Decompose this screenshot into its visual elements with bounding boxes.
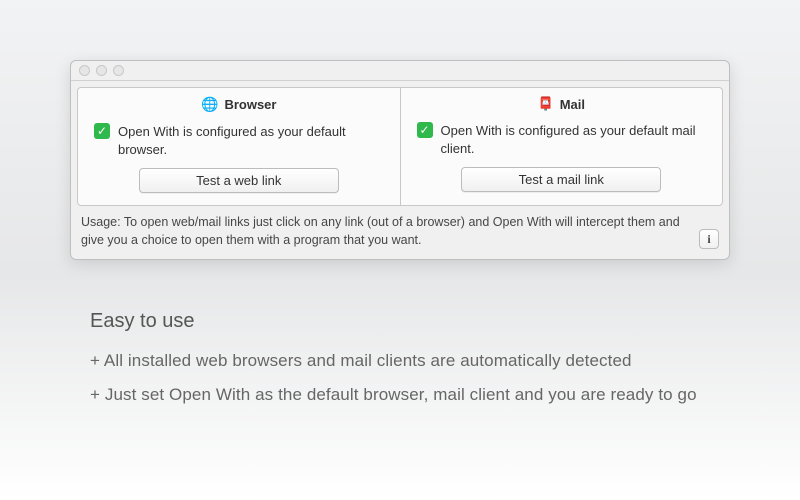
browser-panel-title: Browser (224, 97, 276, 112)
browser-status-text: Open With is configured as your default … (118, 123, 384, 158)
zoom-icon[interactable] (113, 65, 124, 76)
marketing-copy: Easy to use + All installed web browsers… (70, 310, 730, 419)
panels-container: 🌐 Browser ✓ Open With is configured as y… (77, 87, 723, 206)
check-icon: ✓ (94, 123, 110, 139)
mail-app-icon: 📮 (538, 96, 554, 112)
browser-status-row: ✓ Open With is configured as your defaul… (92, 119, 386, 168)
mail-status-text: Open With is configured as your default … (441, 122, 707, 157)
info-button[interactable]: i (699, 229, 719, 249)
test-web-link-button[interactable]: Test a web link (139, 168, 339, 193)
titlebar (71, 61, 729, 81)
mail-panel-title: Mail (560, 97, 585, 112)
check-icon: ✓ (417, 122, 433, 138)
mail-panel: 📮 Mail ✓ Open With is configured as your… (400, 88, 723, 205)
marketing-bullet-2: + Just set Open With as the default brow… (90, 385, 730, 405)
test-mail-link-button[interactable]: Test a mail link (461, 167, 661, 192)
browser-panel: 🌐 Browser ✓ Open With is configured as y… (78, 88, 400, 205)
close-icon[interactable] (79, 65, 90, 76)
marketing-headline: Easy to use (90, 310, 730, 333)
marketing-bullet-1: + All installed web browsers and mail cl… (90, 351, 730, 371)
mail-status-row: ✓ Open With is configured as your defaul… (415, 118, 709, 167)
mail-panel-header: 📮 Mail (415, 96, 709, 118)
usage-row: Usage: To open web/mail links just click… (71, 206, 729, 259)
browser-panel-header: 🌐 Browser (92, 96, 386, 119)
app-window: 🌐 Browser ✓ Open With is configured as y… (70, 60, 730, 260)
globe-icon: 🌐 (201, 96, 218, 113)
usage-text: Usage: To open web/mail links just click… (81, 214, 691, 249)
minimize-icon[interactable] (96, 65, 107, 76)
